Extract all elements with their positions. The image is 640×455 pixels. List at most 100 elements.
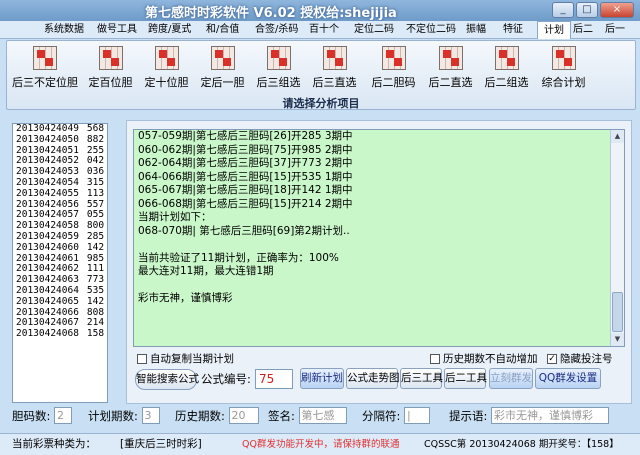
history-no-increase-checkbox[interactable]: 历史期数不自动增加 [430,351,538,366]
period-number: 20130424061 [16,252,79,264]
menu-item[interactable]: 跨度/夏式 [148,21,191,39]
grid-chart-icon [154,46,179,70]
period-number: 20130424068 [16,328,79,340]
list-item[interactable]: 20130424068 158 [13,328,107,340]
plan-text-line: 065-067期|第七感后三胆码[18]开142 1期中 [138,184,353,196]
scroll-up-icon[interactable]: ▲ [611,130,624,143]
draw-number: 557 [86,198,105,210]
rear3-tool-button[interactable]: 后三工具 [400,368,443,389]
grid-chart-icon [551,46,576,70]
plan-period-input[interactable]: 3 [141,407,160,424]
refresh-plan-button[interactable]: 刷新计划 [300,368,344,389]
ribbon-button[interactable]: 后三组选 [251,44,306,94]
maximize-button[interactable]: □ [576,2,598,18]
ribbon-button[interactable]: 定后一胆 [195,44,250,94]
history-period-input[interactable]: 20 [228,407,259,424]
scroll-thumb[interactable] [612,292,623,332]
ribbon-button-label: 后二胆码 [371,76,416,89]
ribbon-button[interactable]: 定十位胆 [139,44,194,94]
ribbon-button-label: 后二直选 [428,76,473,89]
ribbon-button-label: 综合计划 [541,76,586,89]
menu-item[interactable]: 特征 [503,21,523,39]
close-button[interactable]: × [600,2,634,18]
dan-count-input[interactable]: 2 [54,407,73,424]
formula-trend-button[interactable]: 公式走势图 [346,368,400,389]
group-send-button[interactable]: 立刻群发 [489,368,533,389]
auto-copy-checkbox[interactable]: 自动复制当期计划 [137,351,234,366]
period-number: 20130424062 [16,263,79,275]
qq-group-settings-button[interactable]: QQ群发设置 [535,368,601,389]
draw-number: 808 [86,306,105,318]
ribbon-button[interactable]: 定百位胆 [83,44,138,94]
minimize-button[interactable]: _ [552,2,574,18]
grid-chart-icon [210,46,235,70]
hide-note-label: 隐藏投注号 [560,353,613,365]
menu-item[interactable]: 振幅 [466,21,486,39]
menu-item[interactable]: 系统数据 [44,21,84,39]
draw-number: 036 [86,166,105,178]
draw-history-list[interactable]: 20130424049 568 20130424050 882 20130424051 2… [12,123,108,403]
checkbox-checked-icon[interactable]: ✓ [547,353,557,364]
plan-text-line: 064-066期|第七感后三胆码[15]开535 1期中 [138,170,353,183]
checkbox-box[interactable] [137,353,147,364]
scroll-down-icon[interactable]: ▼ [611,333,624,346]
draw-number: 800 [86,220,105,232]
ribbon-button-label: 定十位胆 [144,76,189,89]
tip-field: 提示语: 彩市无神，谨慎博彩 [449,407,610,425]
grid-chart-icon [381,46,406,70]
checkbox-box[interactable] [430,353,440,364]
menu-item[interactable]: 百十个 [309,21,339,39]
draw-number: 255 [86,144,105,156]
period-number: 20130424067 [16,317,79,329]
menu-item[interactable]: 后二 [573,21,593,39]
separator-label: 分隔符: [362,409,401,423]
title-bar: 第七感时时彩软件 V6.02 授权给:shejijia _ □ × [0,0,640,21]
signature-input[interactable]: 第七感 [298,407,347,424]
period-number: 20130424060 [16,241,79,253]
period-number: 20130424064 [16,284,79,296]
plan-panel: 057-059期|第七感后三胆码[26]开285 3期中 060-062期|第七感… [126,120,632,404]
menu-bar: 系统数据 做号工具 跨度/夏式 和/合值 合签/杀码 百十个 定位二码 不定位二码 振幅 特征 计划… [0,21,640,39]
ribbon-button[interactable]: 后三直选 [307,44,362,94]
window-controls: _ □ × [552,2,634,18]
plan-text-line: 彩市无神，谨慎博彩 [138,292,233,304]
plan-text-area[interactable]: 057-059期|第七感后三胆码[26]开285 3期中 060-062期|第七感… [133,129,625,347]
separator-input[interactable]: | [404,407,431,424]
draw-number: 315 [86,176,105,188]
plan-text-line: 当前共验证了11期计划，正确率为：100% [138,251,339,264]
draw-number: 142 [86,295,105,307]
menu-item[interactable]: 后一 [605,21,625,39]
period-number: 20130424059 [16,230,79,242]
formula-number-input[interactable]: 75 [255,369,293,389]
hide-note-checkbox[interactable]: ✓ 隐藏投注号 [547,351,613,366]
draw-number: 285 [86,230,105,242]
ribbon-button[interactable]: 后三不定位胆 [10,44,80,94]
smart-search-button[interactable]: 智能搜索公式 [135,369,199,390]
menu-item[interactable]: 做号工具 [97,21,137,39]
period-number: 20130424066 [16,306,79,318]
formula-label: 公式编号: [201,372,251,386]
latest-draw-text: CQSSC第 20130424068 期开奖号：【158】 [424,439,619,450]
status-bar: 当前彩票种类为： [重庆后三时时彩] QQ群发功能开发中，请保持群的联通 CQS… [0,433,640,455]
ribbon-button[interactable]: 后二组选 [479,44,534,94]
plan-period-field: 计划期数: 3 [88,407,160,425]
menu-item[interactable]: 不定位二码 [406,21,456,39]
period-number: 20130424052 [16,155,79,167]
dan-count-label: 胆码数: [12,409,51,423]
menu-item[interactable]: 计划 [537,21,571,39]
tip-input[interactable]: 彩市无神，谨慎博彩 [491,407,610,424]
rear2-tool-button[interactable]: 后二工具 [444,368,487,389]
ribbon-button[interactable]: 后二直选 [423,44,478,94]
menu-item[interactable]: 合签/杀码 [255,21,298,39]
plan-text-line: 060-062期|第七感后三胆码[75]开985 2期中 [138,143,353,156]
menu-item[interactable]: 定位二码 [354,21,394,39]
draw-number: 214 [86,317,105,329]
period-number: 20130424057 [16,209,79,221]
draw-number: 773 [86,274,105,286]
ribbon-button[interactable]: 后二胆码 [366,44,421,94]
ribbon-button[interactable]: 综合计划 [536,44,591,94]
plan-text-line: 057-059期|第七感后三胆码[26]开285 3期中 [138,130,353,142]
tip-label: 提示语: [449,409,488,423]
menu-item[interactable]: 和/合值 [206,21,239,39]
vertical-scrollbar[interactable]: ▲ ▼ [610,130,624,346]
